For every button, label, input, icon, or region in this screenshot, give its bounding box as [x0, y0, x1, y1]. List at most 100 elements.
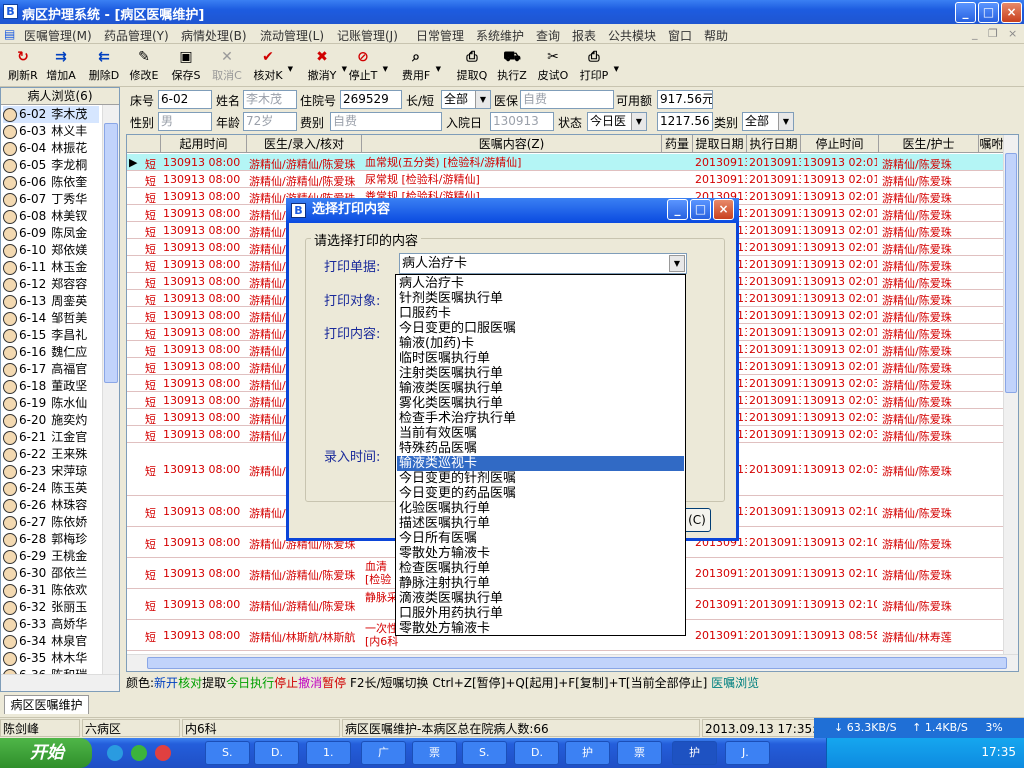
dropdown-option[interactable]: 输液类巡视卡 — [397, 456, 684, 471]
dropdown-option[interactable]: 滴液类医嘱执行单 — [397, 591, 684, 606]
patient-item[interactable]: 6-18 董政坚 — [3, 378, 99, 395]
patient-item[interactable]: 6-31 陈依欢 — [3, 582, 99, 599]
quicklaunch-icon[interactable] — [155, 745, 171, 761]
patient-item[interactable]: 6-03 林义丰 — [3, 123, 99, 140]
toolbar-skintest-button[interactable]: ✂ 皮试O — [534, 47, 572, 85]
name-field[interactable]: 李木茂 — [243, 90, 297, 109]
toolbar-print-button[interactable]: ⎙ 打印P ▼ — [575, 47, 619, 85]
dropdown-option[interactable]: 口服药卡 — [397, 306, 684, 321]
grid-column-header[interactable]: 执行日期 — [747, 135, 801, 153]
toolbar-refresh-button[interactable]: ↻ 刷新R — [4, 47, 42, 85]
dialog-minimize-button[interactable]: _ — [667, 199, 688, 220]
grid-column-header[interactable]: 医生/护士 — [879, 135, 979, 153]
mdi-close-button[interactable]: × — [1008, 27, 1017, 40]
taskbar-window-button[interactable]: D. — [254, 741, 299, 765]
dropdown-option[interactable]: 雾化类医嘱执行单 — [397, 396, 684, 411]
inpatient-field[interactable]: 269529 — [340, 90, 402, 109]
quicklaunch-icon[interactable] — [107, 745, 123, 761]
fee-field[interactable]: 自费 — [330, 112, 442, 131]
toolbar-undo-button[interactable]: ✖ 撤消Y ▼ — [303, 47, 347, 85]
toolbar-execute-button[interactable]: ⛟ 执行Z — [493, 47, 531, 85]
patient-item[interactable]: 6-11 林玉金 — [3, 259, 99, 276]
dropdown-option[interactable]: 输液类医嘱执行单 — [397, 381, 684, 396]
grid-column-header[interactable]: 药量 — [662, 135, 693, 153]
grid-column-header[interactable]: 起用时间 — [161, 135, 247, 153]
dropdown-option[interactable]: 输液(加药)卡 — [397, 336, 684, 351]
admit-field[interactable]: 130913 — [490, 112, 554, 131]
dialog-maximize-button[interactable]: □ — [690, 199, 711, 220]
taskbar-window-button[interactable]: 护 — [672, 741, 717, 765]
patient-item[interactable]: 6-30 邵依兰 — [3, 565, 99, 582]
type-select[interactable]: 全部 ▼ — [441, 90, 491, 109]
menu-orders[interactable]: 医嘱管理(M) — [24, 27, 92, 44]
dropdown-option[interactable]: 化验医嘱执行单 — [397, 501, 684, 516]
chevron-down-icon[interactable]: ▼ — [669, 255, 685, 272]
patient-item[interactable]: 6-02 李木茂 — [3, 106, 99, 123]
patient-item[interactable]: 6-21 江金官 — [3, 429, 99, 446]
grid-column-header[interactable]: 嘱咐 — [979, 135, 1005, 153]
menu-report[interactable]: 报表 — [572, 27, 596, 44]
patient-item[interactable]: 6-23 宋萍琼 — [3, 463, 99, 480]
dropdown-option[interactable]: 口服外用药执行单 — [397, 606, 684, 621]
toolbar-save-button[interactable]: ▣ 保存S — [167, 47, 205, 85]
mdi-minimize-button[interactable]: _ — [972, 27, 978, 40]
print-doc-select[interactable]: 病人治疗卡 ▼ — [399, 253, 687, 274]
quicklaunch-icon[interactable] — [131, 745, 147, 761]
patient-item[interactable]: 6-07 丁秀华 — [3, 191, 99, 208]
dropdown-option[interactable]: 零散处方输液卡 — [397, 621, 684, 636]
menu-help[interactable]: 帮助 — [704, 27, 728, 44]
dropdown-option[interactable]: 临时医嘱执行单 — [397, 351, 684, 366]
bed-field[interactable]: 6-02 — [158, 90, 212, 109]
taskbar-window-button[interactable]: 票 — [412, 741, 457, 765]
close-dialog-button[interactable]: (C) — [683, 508, 711, 532]
dialog-close-button[interactable]: × — [713, 199, 734, 220]
dropdown-option[interactable]: 注射类医嘱执行单 — [397, 366, 684, 381]
grid-column-header[interactable]: 医生/录入/核对 — [247, 135, 362, 153]
patient-item[interactable]: 6-16 魏仁应 — [3, 344, 99, 361]
dropdown-option[interactable]: 今日变更的口服医嘱 — [397, 321, 684, 336]
dropdown-option[interactable]: 特殊药品医嘱 — [397, 441, 684, 456]
status-select[interactable]: 今日医 ▼ — [587, 112, 647, 131]
patient-item[interactable]: 6-10 郑依媄 — [3, 242, 99, 259]
dropdown-option[interactable]: 针剂类医嘱执行单 — [397, 291, 684, 306]
grid-column-header[interactable] — [127, 135, 161, 153]
menu-window[interactable]: 窗口 — [668, 27, 692, 44]
patient-item[interactable]: 6-19 陈水仙 — [3, 395, 99, 412]
toolbar-delete-button[interactable]: ⇇ 删除D — [85, 47, 123, 85]
dropdown-option[interactable]: 零散处方输液卡 — [397, 546, 684, 561]
taskbar-window-button[interactable]: 广 — [361, 741, 406, 765]
category-select[interactable]: 全部 ▼ — [742, 112, 794, 131]
taskbar-window-button[interactable]: 票 — [617, 741, 662, 765]
dropdown-option[interactable]: 病人治疗卡 — [397, 276, 684, 291]
toolbar-fee-button[interactable]: ⌕ 费用F ▼ — [397, 47, 441, 85]
patient-item[interactable]: 6-17 高福官 — [3, 361, 99, 378]
gender-field[interactable]: 男 — [158, 112, 212, 131]
dropdown-option[interactable]: 今日变更的针剂医嘱 — [397, 471, 684, 486]
dropdown-option[interactable]: 今日变更的药品医嘱 — [397, 486, 684, 501]
dropdown-option[interactable]: 检查手术治疗执行单 — [397, 411, 684, 426]
menu-drugs[interactable]: 药品管理(Y) — [104, 27, 169, 44]
menu-billing[interactable]: 记账管理(J) — [337, 27, 398, 44]
grid-row[interactable]: 短 130913 08:00 游精仙/游精仙/陈爱珠 尿常规 [检验科/游精仙] 201… — [127, 171, 1005, 188]
taskbar-window-button[interactable]: S. — [462, 741, 507, 765]
grid-row[interactable]: ▶ 短 130913 08:00 游精仙/游精仙/陈爱珠 血常规(五分类) [检验科/游… — [127, 154, 1005, 171]
toolbar-edit-button[interactable]: ✎ 修改E — [125, 47, 163, 85]
patient-item[interactable]: 6-08 林美钗 — [3, 208, 99, 225]
grid-column-header[interactable]: 提取日期 — [693, 135, 747, 153]
dropdown-option[interactable]: 检查医嘱执行单 — [397, 561, 684, 576]
toolbar-stop-button[interactable]: ⊘ 停止T ▼ — [344, 47, 388, 85]
taskbar-window-button[interactable]: D. — [514, 741, 559, 765]
patient-item[interactable]: 6-09 陈凤金 — [3, 225, 99, 242]
taskbar-window-button[interactable]: 1. — [306, 741, 351, 765]
taskbar-window-button[interactable]: S. — [205, 741, 250, 765]
dropdown-option[interactable]: 当前有效医嘱 — [397, 426, 684, 441]
toolbar-add-button[interactable]: ⇉ 增加A — [42, 47, 80, 85]
patient-item[interactable]: 6-27 陈依娇 — [3, 514, 99, 531]
dropdown-arrow-icon[interactable]: ▼ — [436, 65, 441, 73]
grid-column-header[interactable]: 医嘱内容(Z) — [362, 135, 662, 153]
patient-item[interactable]: 6-04 林振花 — [3, 140, 99, 157]
patient-item[interactable]: 6-20 施奕灼 — [3, 412, 99, 429]
patient-item[interactable]: 6-06 陈依奎 — [3, 174, 99, 191]
insurance-field[interactable]: 自费 — [520, 90, 614, 109]
patient-item[interactable]: 6-22 王来殊 — [3, 446, 99, 463]
